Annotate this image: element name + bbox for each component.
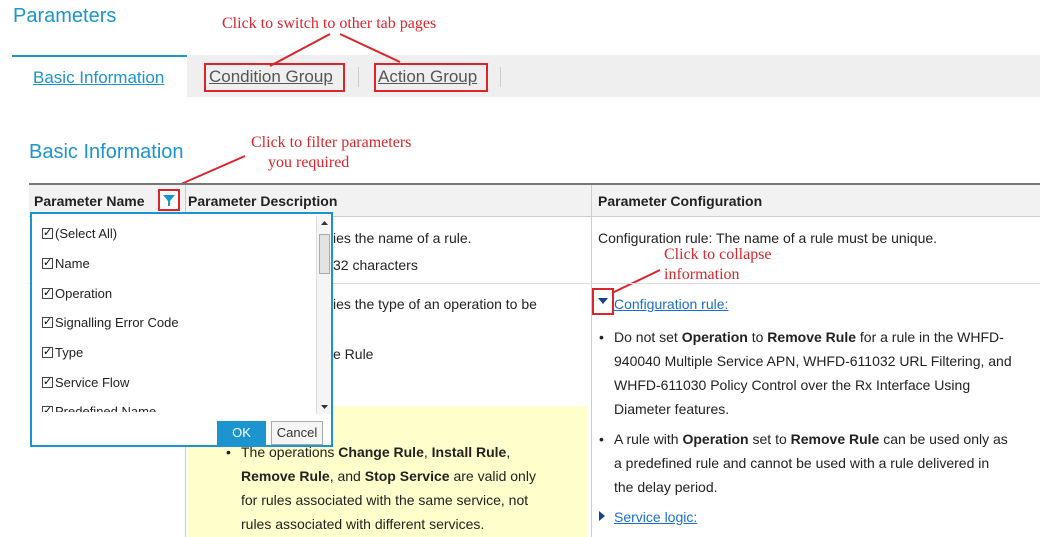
note-bold-remove-rule: Remove Rule bbox=[241, 468, 330, 484]
checkbox-checked-icon[interactable]: ✓ bbox=[42, 228, 53, 239]
note-text: are valid only bbox=[449, 468, 536, 484]
rule-text: set to bbox=[748, 431, 791, 447]
note-item: The operations Change Rule, Install Rule… bbox=[225, 440, 585, 536]
scroll-up-icon[interactable] bbox=[318, 218, 331, 228]
annotation-collapse-line1: Click to collapse bbox=[664, 246, 772, 263]
filter-item-clip: ✓ Predefined Name bbox=[32, 398, 316, 412]
note-bold-install-rule: Install Rule bbox=[431, 444, 507, 460]
collapse-toggle[interactable] bbox=[592, 288, 614, 315]
scrollbar-thumb[interactable] bbox=[319, 234, 330, 274]
annotation-collapse-line2: information bbox=[664, 266, 740, 283]
arrow-to-condition-group bbox=[269, 33, 331, 67]
note-text: rules associated with different services… bbox=[241, 516, 485, 532]
checkbox-checked-icon[interactable]: ✓ bbox=[42, 406, 53, 412]
rule-bold-remove-rule: Remove Rule bbox=[790, 431, 880, 447]
filter-item-predefined-name[interactable]: ✓ Predefined Name bbox=[42, 404, 156, 412]
note-bold-stop-service: Stop Service bbox=[364, 468, 450, 484]
checkbox-checked-icon[interactable]: ✓ bbox=[42, 377, 53, 388]
checkbox-checked-icon[interactable]: ✓ bbox=[42, 347, 53, 358]
checkbox-checked-icon[interactable]: ✓ bbox=[42, 258, 53, 269]
filter-item-label: Operation bbox=[55, 286, 113, 301]
service-logic-link[interactable]: Service logic: bbox=[614, 509, 697, 525]
header-parameter-name: Parameter Name bbox=[34, 193, 145, 209]
note-text: , bbox=[506, 444, 511, 460]
filter-item-type[interactable]: ✓ Type bbox=[42, 345, 83, 360]
rule-text: a predefined rule and cannot be used wit… bbox=[614, 455, 990, 471]
caret-right-icon[interactable] bbox=[599, 511, 605, 521]
filter-item-service-flow[interactable]: ✓ Service Flow bbox=[42, 375, 129, 390]
section-title: Basic Information bbox=[29, 141, 184, 163]
scroll-down-icon[interactable] bbox=[318, 402, 331, 412]
filter-button[interactable] bbox=[158, 189, 180, 211]
rule-bold-operation: Operation bbox=[682, 431, 749, 447]
rule-text: the delay period. bbox=[614, 479, 718, 495]
filter-item-label: Type bbox=[55, 345, 84, 360]
note-text: for rules associated with the same servi… bbox=[241, 492, 529, 508]
row1-description-line2: 32 characters bbox=[333, 257, 418, 273]
filter-item-label: Signalling Error Code bbox=[55, 315, 179, 330]
header-parameter-configuration: Parameter Configuration bbox=[598, 193, 763, 209]
rule-text: for a rule in the WHFD- bbox=[856, 329, 1004, 345]
filter-scrollbar[interactable] bbox=[316, 216, 331, 414]
filter-item-operation[interactable]: ✓ Operation bbox=[42, 286, 112, 301]
row1-description-line1: ies the name of a rule. bbox=[333, 230, 472, 246]
caret-down-icon bbox=[598, 298, 608, 304]
note-text: , and bbox=[329, 468, 365, 484]
row2-description-line1: ies the type of an operation to be bbox=[333, 296, 537, 312]
column-divider bbox=[591, 185, 592, 537]
rule-bold-remove-rule: Remove Rule bbox=[767, 329, 856, 345]
configuration-rule-item: A rule with Operation set to Remove Rule… bbox=[598, 427, 1040, 499]
row2-description-line2: e Rule bbox=[333, 346, 374, 362]
checkbox-checked-icon[interactable]: ✓ bbox=[42, 288, 53, 299]
ok-button[interactable]: OK bbox=[217, 421, 266, 445]
annotation-filter-line1: Click to filter parameters bbox=[251, 134, 412, 151]
rule-text: Do not set bbox=[614, 329, 682, 345]
filter-item-label: Name bbox=[55, 256, 90, 271]
filter-item-name[interactable]: ✓ Name bbox=[42, 256, 90, 271]
cancel-button[interactable]: Cancel bbox=[271, 421, 323, 445]
note-text: , bbox=[423, 444, 432, 460]
filter-icon bbox=[163, 195, 175, 206]
checkbox-checked-icon[interactable]: ✓ bbox=[42, 317, 53, 328]
rule-text: Diameter features. bbox=[614, 401, 730, 417]
filter-item-label: (Select All) bbox=[55, 226, 118, 241]
rule-text: 940040 Multiple Service APN, WHFD-611032… bbox=[614, 353, 1012, 369]
filter-item-label: Predefined Name bbox=[55, 404, 157, 412]
rule-text: WHFD-611030 Policy Control over the Rx I… bbox=[614, 377, 971, 393]
header-parameter-description: Parameter Description bbox=[188, 193, 338, 209]
filter-item-select-all[interactable]: ✓ (Select All) bbox=[42, 226, 117, 241]
rule-text: to bbox=[747, 329, 768, 345]
configuration-rule-link[interactable]: Configuration rule: bbox=[614, 296, 728, 312]
configuration-rule-item: Do not set Operation to Remove Rule for … bbox=[598, 325, 1040, 421]
note-bold-change-rule: Change Rule bbox=[338, 444, 424, 460]
filter-popup: ✓ (Select All) ✓ Name ✓ Operation ✓ Signalli… bbox=[30, 212, 333, 447]
arrow-to-action-group bbox=[339, 33, 401, 63]
configuration-rule-list: Do not set Operation to Remove Rule for … bbox=[598, 325, 1040, 499]
rule-text: A rule with bbox=[614, 431, 683, 447]
annotation-filter-line2: you required bbox=[268, 154, 350, 171]
note-list: The operations Change Rule, Install Rule… bbox=[225, 440, 585, 536]
filter-item-signalling-error-code[interactable]: ✓ Signalling Error Code bbox=[42, 315, 179, 330]
filter-item-label: Service Flow bbox=[55, 375, 130, 390]
rule-bold-operation: Operation bbox=[681, 329, 748, 345]
rule-text: can be used only as bbox=[879, 431, 1008, 447]
